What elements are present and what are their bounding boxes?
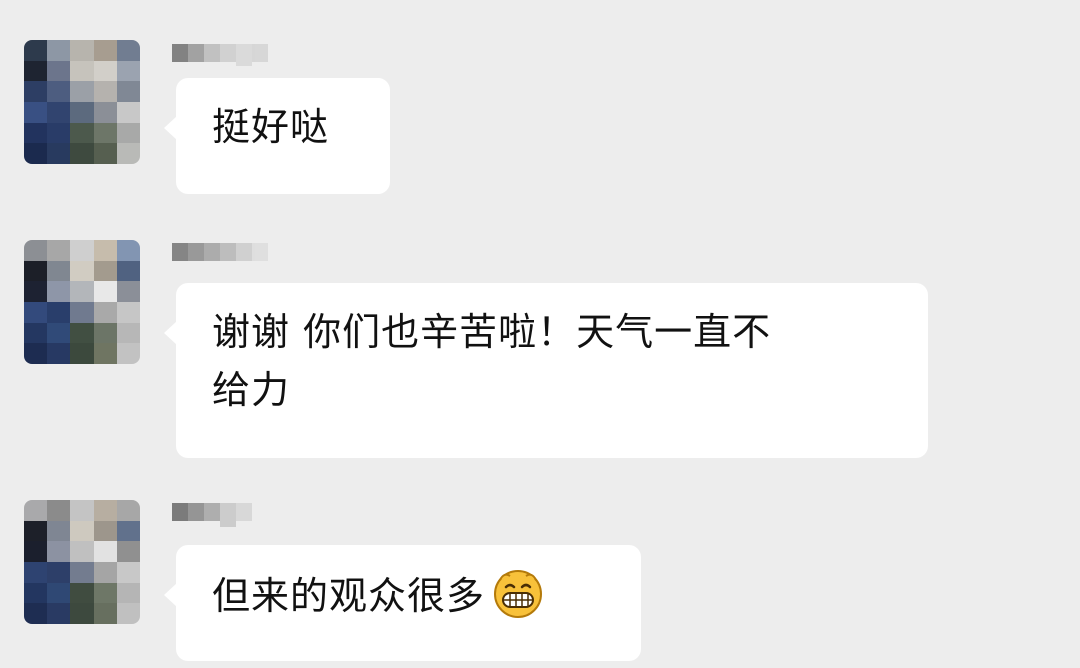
message-text: 但来的观众很多 xyxy=(212,574,486,618)
sender-name-redacted xyxy=(172,243,268,261)
avatar[interactable] xyxy=(24,240,140,364)
message-text-line-1: 谢谢 你们也辛苦啦！天气一直不 xyxy=(212,310,772,354)
message-text: 挺好哒 xyxy=(212,105,330,149)
message-bubble[interactable]: 挺好哒 xyxy=(164,78,390,194)
grinning-face-icon xyxy=(491,565,545,619)
avatar[interactable] xyxy=(24,500,140,624)
message-bubble[interactable]: 谢谢 你们也辛苦啦！天气一直不 给力 xyxy=(164,283,928,458)
message-bubble[interactable]: 但来的观众很多 xyxy=(164,545,641,661)
message-text-line-2: 给力 xyxy=(212,368,291,412)
sender-name-redacted xyxy=(172,44,268,66)
sender-name-redacted xyxy=(172,503,252,527)
avatar[interactable] xyxy=(24,40,140,164)
